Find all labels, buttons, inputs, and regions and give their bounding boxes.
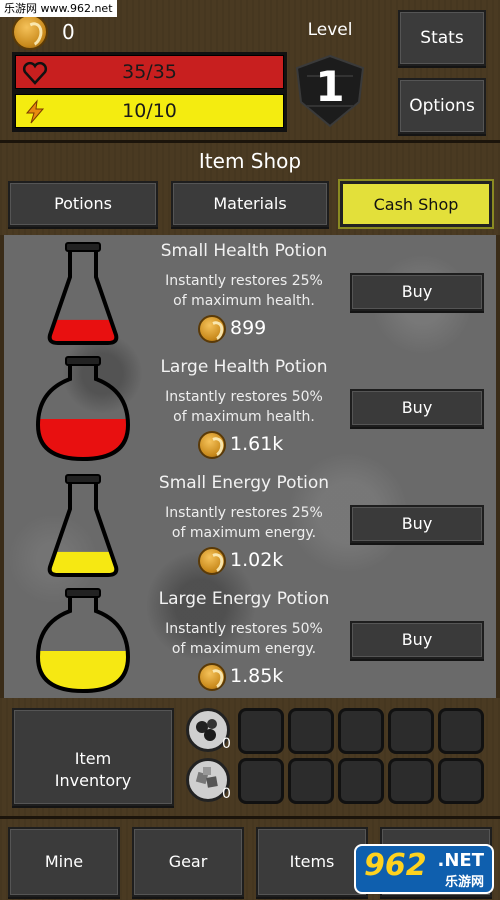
logo-text: .NET — [437, 850, 484, 871]
inventory-slot[interactable] — [438, 708, 484, 754]
energy-bar: 10/10 — [15, 94, 284, 128]
shop-item-small-energy-potion: Small Energy Potion Instantly restores 2… — [4, 467, 496, 583]
tab-potions[interactable]: Potions — [8, 181, 158, 227]
inventory-slot[interactable] — [438, 758, 484, 804]
item-name: Small Energy Potion — [158, 473, 330, 493]
shop-header: Item Shop Potions Materials Cash Shop — [0, 143, 500, 235]
nav-gear-button[interactable]: Gear — [132, 827, 244, 897]
item-description: Instantly restores 25% of maximum energy… — [142, 503, 346, 543]
inventory-slot[interactable] — [388, 758, 434, 804]
coin-icon — [12, 14, 48, 50]
item-description-line: Instantly restores 50% — [165, 389, 323, 405]
inventory-slot[interactable] — [338, 708, 384, 754]
site-watermark: 乐游网 www.962.net — [0, 0, 117, 17]
shop-item-list[interactable]: Small Health Potion Instantly restores 2… — [0, 235, 500, 698]
buy-button[interactable]: Buy — [350, 389, 484, 427]
level-value: 1 — [315, 62, 345, 111]
item-price: 1.61k — [230, 433, 284, 455]
inventory-slot[interactable] — [238, 758, 284, 804]
stone-ore-count: 0 — [222, 786, 231, 802]
item-name: Large Health Potion — [160, 357, 328, 377]
logo-number: 962 — [364, 848, 427, 883]
item-price: 1.02k — [230, 549, 284, 571]
inventory-slot[interactable] — [288, 708, 334, 754]
item-inventory-label-line: Item — [74, 749, 112, 768]
item-description-line: of maximum health. — [173, 293, 315, 309]
shop-item-large-health-potion: Large Health Potion Instantly restores 5… — [4, 351, 496, 467]
coal-ore-count: 0 — [222, 736, 231, 752]
options-button[interactable]: Options — [398, 78, 486, 134]
item-description: Instantly restores 50% of maximum health… — [142, 387, 346, 427]
buy-button[interactable]: Buy — [350, 621, 484, 659]
health-bar: 35/35 — [15, 55, 284, 89]
nav-items-button[interactable]: Items — [256, 827, 368, 897]
inventory-slot[interactable] — [388, 708, 434, 754]
site-logo: 962 .NET 乐游网 — [354, 844, 494, 894]
item-inventory-label-line: Inventory — [54, 771, 132, 790]
item-description: Instantly restores 25% of maximum health… — [142, 271, 346, 311]
inventory-area: Item Inventory 0 0 — [0, 698, 500, 816]
shop-item-small-health-potion: Small Health Potion Instantly restores 2… — [4, 235, 496, 351]
coin-icon — [198, 431, 226, 459]
coin-counter: 0 — [12, 14, 132, 52]
tab-materials[interactable]: Materials — [171, 181, 329, 227]
level-badge: 1 — [293, 54, 367, 128]
nav-mine-button[interactable]: Mine — [8, 827, 120, 897]
item-description: Instantly restores 50% of maximum energy… — [142, 619, 346, 659]
buy-button[interactable]: Buy — [350, 273, 484, 311]
logo-subtext: 乐游网 — [444, 875, 484, 890]
small-energy-potion-icon — [47, 474, 119, 577]
item-description-line: Instantly restores 50% — [165, 621, 323, 637]
large-health-potion-icon — [35, 356, 131, 462]
bottom-nav: Mine Gear Items Battle 962 .NET 乐游网 — [0, 816, 500, 900]
buy-button[interactable]: Buy — [350, 505, 484, 543]
header-panel: 0 35/35 10/10 Level 1 Stats Options — [0, 0, 500, 143]
item-name: Large Energy Potion — [158, 589, 330, 609]
stats-button[interactable]: Stats — [398, 10, 486, 66]
item-name: Small Health Potion — [160, 241, 328, 261]
item-description-line: of maximum energy. — [171, 641, 317, 657]
energy-text: 10/10 — [122, 100, 177, 122]
large-energy-potion-icon — [35, 588, 131, 694]
item-price: 899 — [230, 317, 267, 339]
coin-icon — [198, 315, 226, 343]
coin-icon — [198, 547, 226, 575]
inventory-slot[interactable] — [288, 758, 334, 804]
shop-item-large-energy-potion: Large Energy Potion Instantly restores 5… — [4, 583, 496, 699]
small-health-potion-icon — [47, 242, 119, 345]
health-text: 35/35 — [122, 61, 177, 83]
item-inventory-button[interactable]: Item Inventory — [12, 708, 174, 806]
shop-title: Item Shop — [198, 149, 302, 173]
coin-count: 0 — [62, 20, 75, 44]
tab-cash-shop[interactable]: Cash Shop — [340, 181, 492, 227]
inventory-slot[interactable] — [238, 708, 284, 754]
item-description-line: of maximum energy. — [171, 525, 317, 541]
item-description-line: Instantly restores 25% — [165, 505, 323, 521]
item-description-line: Instantly restores 25% — [165, 273, 323, 289]
inventory-slot[interactable] — [338, 758, 384, 804]
item-description-line: of maximum health. — [173, 409, 315, 425]
level-label: Level — [307, 20, 353, 40]
coin-icon — [198, 663, 226, 691]
stat-bars: 35/35 10/10 — [12, 52, 287, 132]
item-price: 1.85k — [230, 665, 284, 687]
